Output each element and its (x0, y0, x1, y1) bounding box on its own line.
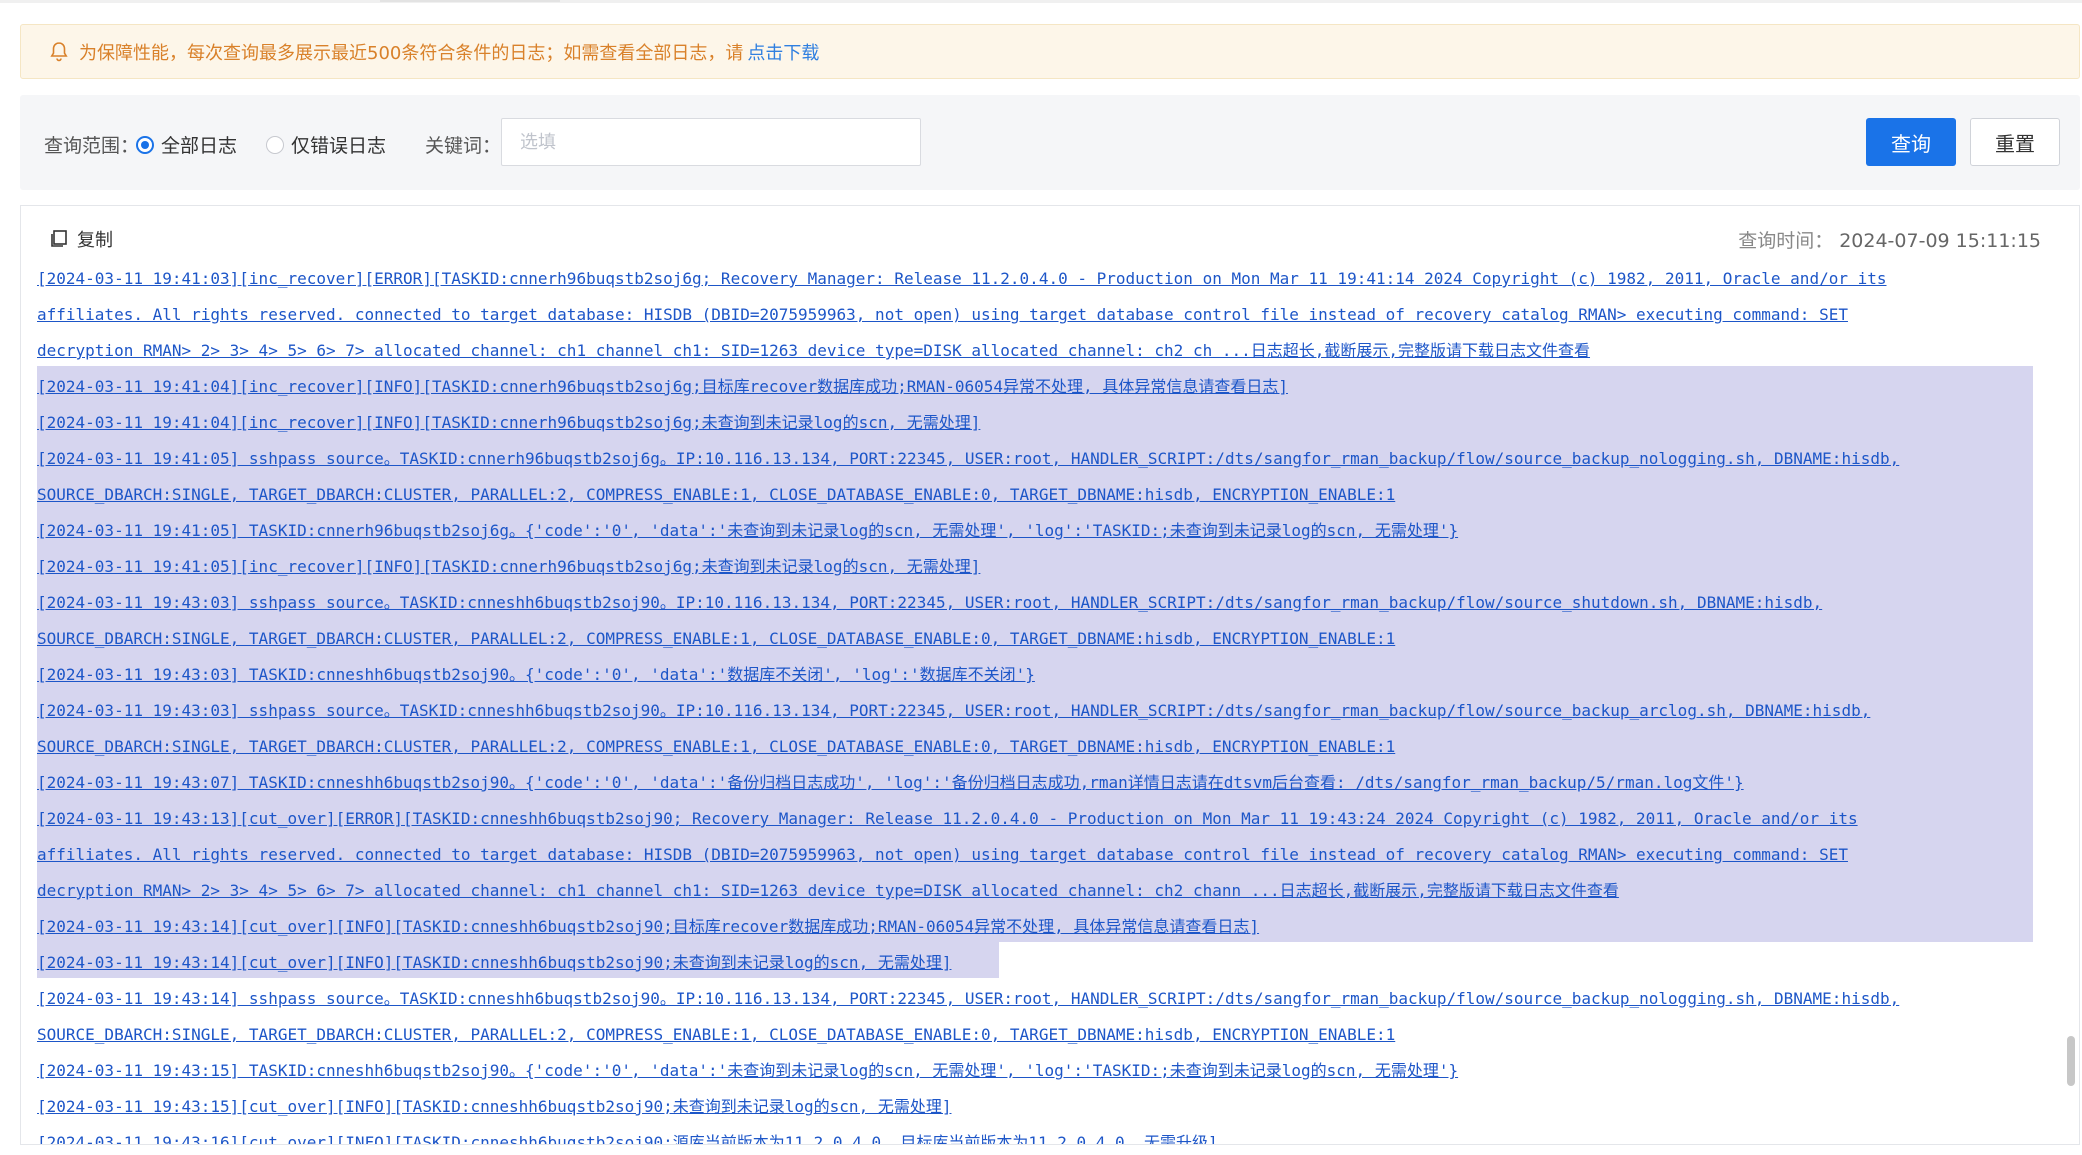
log-line: [2024-03-11 19:43:14][cut_over][INFO][TA… (37, 953, 952, 972)
notice-banner: 为保障性能，每次查询最多展示最近500条符合条件的日志；如需查看全部日志，请 点… (20, 24, 2080, 79)
log-line: [2024-03-11 19:41:04][inc_recover][INFO]… (37, 377, 1288, 396)
scope-label: 查询范围： (44, 135, 140, 157)
top-divider (0, 0, 2082, 3)
copy-icon (49, 229, 69, 249)
log-line: [2024-03-11 19:41:04][inc_recover][INFO]… (37, 413, 981, 432)
log-line: [2024-03-11 19:43:14] sshpass source。TAS… (37, 989, 1900, 1008)
radio-all-logs[interactable]: 全部日志 (136, 131, 237, 158)
log-line: SOURCE_DBARCH:SINGLE, TARGET_DBARCH:CLUS… (37, 737, 1396, 756)
filter-bar: 查询范围： 全部日志 仅错误日志 关键词： 查询 重置 (20, 95, 2080, 190)
vertical-scrollbar[interactable] (2067, 1036, 2075, 1086)
log-line: [2024-03-11 19:43:15][cut_over][INFO][TA… (37, 1097, 952, 1116)
query-time-label: 查询时间： (1738, 230, 1834, 252)
log-line: decryption RMAN> 2> 3> 4> 5> 6> 7> alloc… (37, 881, 1619, 900)
log-line: [2024-03-11 19:41:03][inc_recover][ERROR… (37, 269, 1887, 288)
log-line: [2024-03-11 19:43:15] TASKID:cnneshh6buq… (37, 1061, 1459, 1080)
log-lines: [2024-03-11 19:41:03][inc_recover][ERROR… (37, 261, 2037, 1145)
query-time-value: 2024-07-09 15:11:15 (1839, 230, 2041, 252)
log-line: affiliates. All rights reserved. connect… (37, 845, 1848, 864)
log-line: [2024-03-11 19:43:14][cut_over][INFO][TA… (37, 917, 1260, 936)
log-toolbar: 复制 查询时间： 2024-07-09 15:11:15 (21, 206, 2079, 268)
log-panel: 复制 查询时间： 2024-07-09 15:11:15 [2024-03-11 … (20, 205, 2080, 1145)
log-line: SOURCE_DBARCH:SINGLE, TARGET_DBARCH:CLUS… (37, 485, 1396, 504)
log-line: [2024-03-11 19:43:03] sshpass source。TAS… (37, 593, 1823, 612)
search-button[interactable]: 查询 (1866, 118, 1956, 166)
bell-icon (47, 40, 71, 64)
download-link[interactable]: 点击下载 (747, 39, 819, 65)
radio-error-logs-label: 仅错误日志 (291, 135, 387, 157)
log-line: [2024-03-11 19:41:05] sshpass source。TAS… (37, 449, 1900, 468)
log-line: SOURCE_DBARCH:SINGLE, TARGET_DBARCH:CLUS… (37, 629, 1396, 648)
notice-text: 为保障性能，每次查询最多展示最近500条符合条件的日志；如需查看全部日志，请 (79, 42, 744, 64)
radio-all-logs-label: 全部日志 (161, 135, 238, 157)
log-line: affiliates. All rights reserved. connect… (37, 305, 1848, 324)
copy-label: 复制 (77, 230, 113, 251)
radio-checked-icon (136, 135, 154, 154)
tab-underline (380, 0, 560, 2)
query-time: 查询时间： 2024-07-09 15:11:15 (1738, 226, 2041, 253)
log-line: [2024-03-11 19:43:13][cut_over][ERROR][T… (37, 809, 1858, 828)
reset-button[interactable]: 重置 (1970, 118, 2060, 166)
log-line: [2024-03-11 19:43:07] TASKID:cnneshh6buq… (37, 773, 1744, 792)
log-line: [2024-03-11 19:43:16][cut_over][INFO][TA… (37, 1133, 1218, 1145)
radio-unchecked-icon (266, 135, 284, 154)
keyword-input[interactable] (501, 118, 921, 166)
log-line: decryption RMAN> 2> 3> 4> 5> 6> 7> alloc… (37, 341, 1591, 360)
radio-error-logs[interactable]: 仅错误日志 (266, 131, 386, 158)
log-line: [2024-03-11 19:41:05] TASKID:cnnerh96buq… (37, 521, 1459, 540)
log-line: SOURCE_DBARCH:SINGLE, TARGET_DBARCH:CLUS… (37, 1025, 1396, 1044)
log-line: [2024-03-11 19:41:05][inc_recover][INFO]… (37, 557, 981, 576)
log-line: [2024-03-11 19:43:03] TASKID:cnneshh6buq… (37, 665, 1035, 684)
keyword-label: 关键词： (425, 135, 502, 157)
copy-button[interactable]: 复制 (49, 226, 113, 252)
log-line: [2024-03-11 19:43:03] sshpass source。TAS… (37, 701, 1871, 720)
